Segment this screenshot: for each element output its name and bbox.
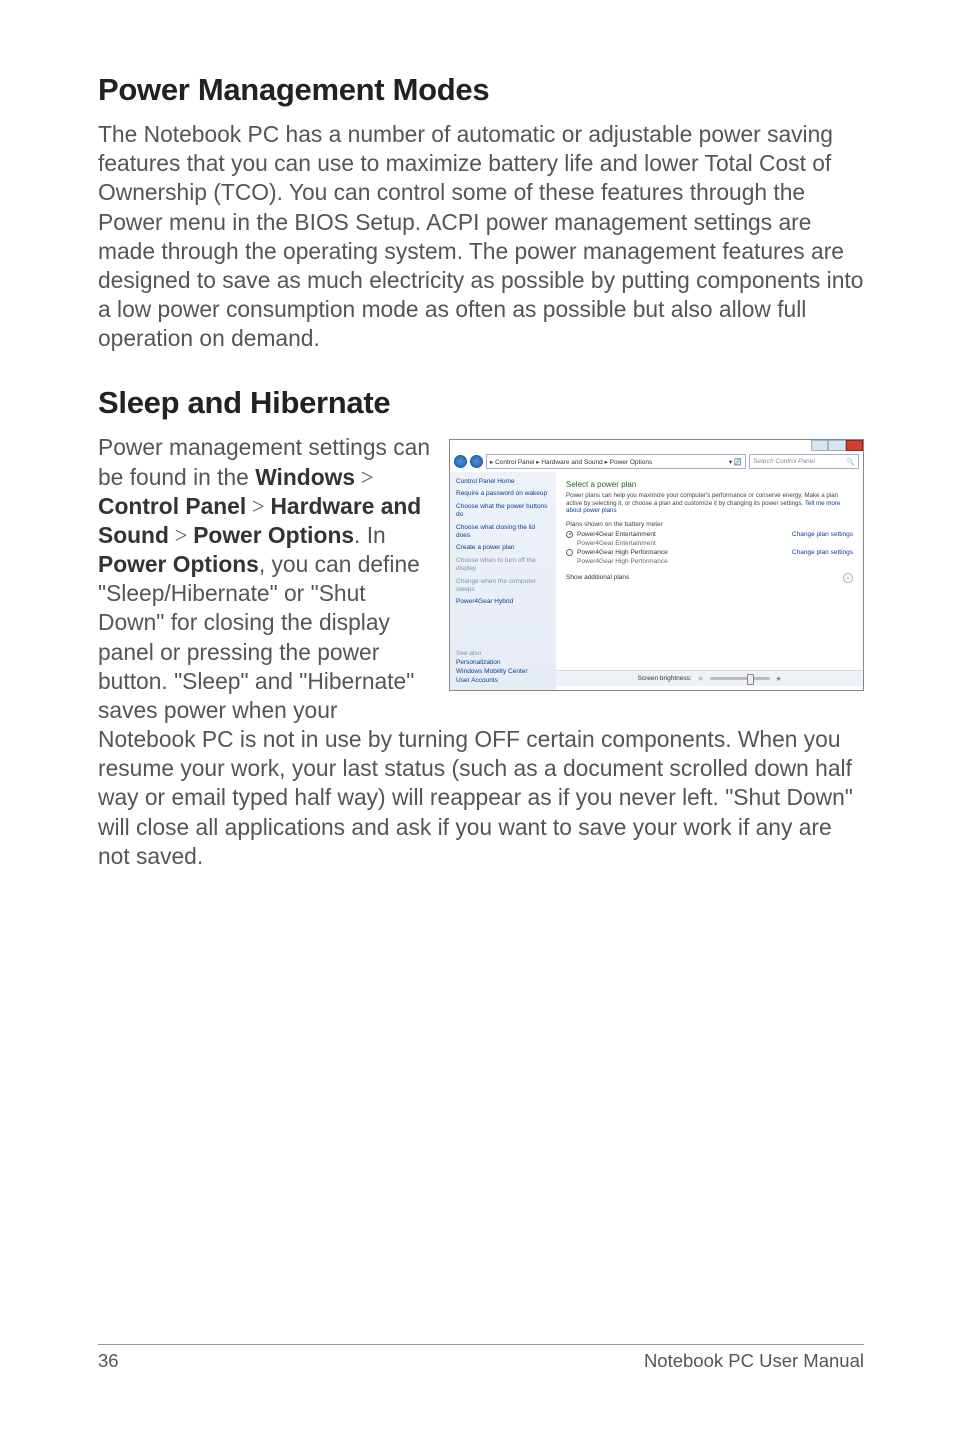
forward-button[interactable] — [470, 455, 483, 468]
plan-row[interactable]: Power4Gear High Performance Change plan … — [566, 549, 853, 556]
sidebar-link[interactable]: Power4Gear Hybrid — [456, 598, 550, 606]
main-description: Power plans can help you maximize your c… — [566, 492, 853, 514]
plan-sub: Power4Gear High Performance — [566, 558, 853, 565]
heading-power-management: Power Management Modes — [98, 72, 864, 108]
window-controls — [811, 440, 863, 451]
brightness-label: Screen brightness: — [638, 675, 692, 682]
radio-icon[interactable] — [566, 549, 573, 556]
doc-title: Notebook PC User Manual — [644, 1350, 864, 1372]
see-also-link[interactable]: Personalization — [456, 659, 528, 666]
search-input[interactable]: Search Control Panel — [749, 454, 859, 469]
page-number: 36 — [98, 1350, 119, 1372]
radio-icon[interactable] — [566, 531, 573, 538]
sun-dim-icon: ☼ — [698, 675, 704, 682]
breadcrumb-text: ▸ Control Panel ▸ Hardware and Sound ▸ P… — [490, 458, 652, 466]
sidebar-link[interactable]: Choose what closing the lid does — [456, 524, 550, 540]
plan-name: Power4Gear Entertainment — [577, 531, 656, 538]
plan-sub: Power4Gear Entertainment — [566, 540, 853, 547]
see-also-link[interactable]: Windows Mobility Center — [456, 668, 528, 675]
sidebar-link[interactable]: Choose when to turn off the display — [456, 557, 550, 573]
page-footer: 36 Notebook PC User Manual — [98, 1344, 864, 1372]
change-plan-link[interactable]: Change plan settings — [792, 531, 853, 538]
brightness-slider[interactable] — [710, 677, 770, 680]
close-button[interactable] — [846, 440, 863, 451]
sidebar-link[interactable]: Choose what the power buttons do — [456, 503, 550, 519]
expand-icon[interactable]: ⌄ — [843, 573, 853, 583]
see-also-header: See also — [456, 650, 481, 657]
maximize-button[interactable] — [828, 440, 845, 451]
plan-group-title: Plans shown on the battery meter — [566, 521, 853, 528]
power-options-screenshot: ▸ Control Panel ▸ Hardware and Sound ▸ P… — [449, 439, 864, 691]
brightness-bar: Screen brightness: ☼ ☀ — [556, 670, 863, 686]
minimize-button[interactable] — [811, 440, 828, 451]
see-also-link[interactable]: User Accounts — [456, 677, 528, 684]
heading-sleep-hibernate: Sleep and Hibernate — [98, 385, 864, 421]
sidebar: Control Panel Home Require a password on… — [450, 472, 556, 690]
paragraph-power-management-intro: The Notebook PC has a number of automati… — [98, 120, 864, 353]
back-button[interactable] — [454, 455, 467, 468]
show-additional-plans[interactable]: Show additional plans ⌄ — [566, 573, 853, 583]
sun-bright-icon: ☀ — [776, 675, 782, 683]
plan-name: Power4Gear High Performance — [577, 549, 668, 556]
main-title: Select a power plan — [566, 480, 853, 489]
main-panel: Select a power plan Power plans can help… — [556, 472, 863, 690]
breadcrumb[interactable]: ▸ Control Panel ▸ Hardware and Sound ▸ P… — [486, 454, 746, 469]
sidebar-link[interactable]: Change when the computer sleeps — [456, 578, 550, 594]
sidebar-link[interactable]: Require a password on wakeup — [456, 490, 550, 498]
sidebar-link[interactable]: Create a power plan — [456, 544, 550, 552]
change-plan-link[interactable]: Change plan settings — [792, 549, 853, 556]
plan-row[interactable]: Power4Gear Entertainment Change plan set… — [566, 531, 853, 538]
sidebar-home[interactable]: Control Panel Home — [456, 478, 550, 485]
